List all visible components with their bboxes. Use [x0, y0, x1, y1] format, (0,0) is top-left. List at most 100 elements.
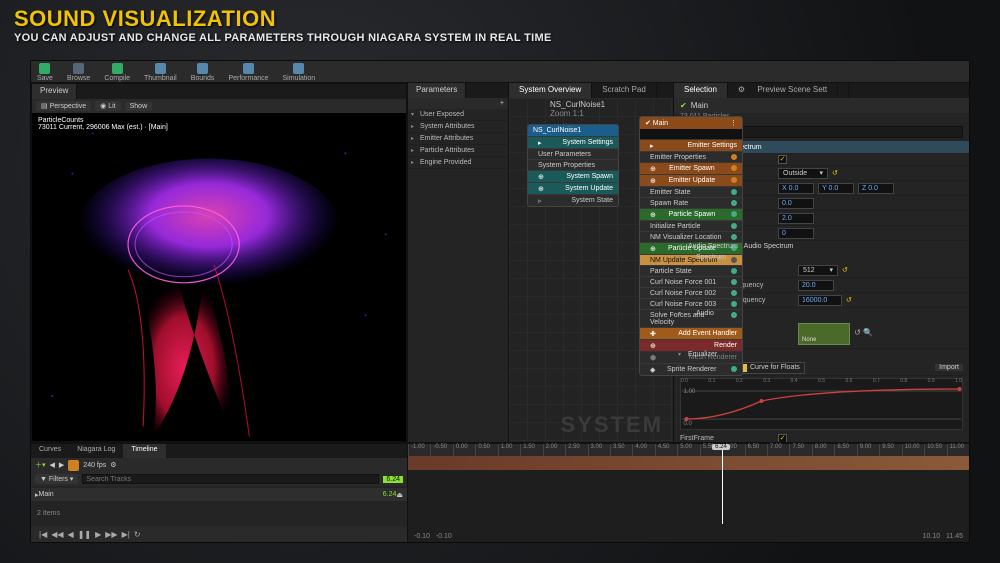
- timeline-footer: -0.10 -0.10 10.10 11.45: [414, 533, 963, 540]
- system-node[interactable]: NS_CurlNoise1 ▸ System Settings User Par…: [527, 124, 619, 207]
- toolbar-bounds[interactable]: Bounds: [189, 63, 217, 82]
- system-properties-row[interactable]: System Properties: [528, 159, 618, 170]
- particle-spawn-row[interactable]: ⊕ Particle Spawn: [640, 208, 742, 220]
- scratch-pad-tab[interactable]: Scratch Pad: [592, 83, 657, 98]
- prev-key-button[interactable]: ◀: [50, 461, 55, 469]
- timeline-panel: Curves Niagara Log Timeline ＋▾ ◀ ▶ 240 f…: [31, 442, 969, 542]
- track-row-main[interactable]: ▸ Main 6.24 ⏏: [31, 488, 407, 501]
- curve-import-button[interactable]: Import: [935, 364, 963, 371]
- curve-type-chip[interactable]: Curve for Floats: [734, 362, 805, 374]
- curl-noise-2-row[interactable]: Curl Noise Force 002: [640, 287, 742, 298]
- play-button[interactable]: ▶: [95, 530, 101, 539]
- filters-button[interactable]: ▼ Filters ▾: [35, 474, 78, 484]
- spectrum-header[interactable]: Spectrum: [674, 252, 969, 263]
- track-search-input[interactable]: [82, 474, 379, 484]
- to-end-button[interactable]: ▶|: [122, 530, 130, 539]
- add-event-handler-row[interactable]: ✚ Add Event Handler: [640, 327, 742, 339]
- initialize-particle-row[interactable]: Initialize Particle: [640, 220, 742, 231]
- toolbar-performance[interactable]: Performance: [226, 63, 270, 82]
- vector-z-input[interactable]: Z 0.0: [858, 183, 894, 194]
- direction-switch-dropdown[interactable]: Outside▾: [778, 168, 828, 179]
- sprite-renderer-row[interactable]: ◆ Sprite Renderer: [640, 363, 742, 375]
- spawn-rate-row[interactable]: Spawn Rate: [640, 197, 742, 208]
- lock-icon[interactable]: ⏏: [396, 491, 403, 499]
- audio-channel-input[interactable]: 0: [778, 228, 814, 239]
- system-overview-tab[interactable]: System Overview: [509, 83, 592, 98]
- emitter-settings-row[interactable]: ▸ Emitter Settings: [640, 139, 742, 151]
- node-graph-canvas[interactable]: NS_CurlNoise1 Zoom 1:1 SYSTEM NS_CurlNoi…: [509, 98, 673, 442]
- timeline-tab[interactable]: Timeline: [123, 444, 165, 458]
- add-track-button[interactable]: ＋▾: [35, 460, 46, 470]
- param-group-particle-attributes[interactable]: Particle Attributes: [408, 145, 508, 157]
- system-node-header[interactable]: NS_CurlNoise1: [528, 125, 618, 136]
- toolbar-simulation[interactable]: Simulation: [281, 63, 318, 82]
- emitter-node-header[interactable]: ✔ Main⋮: [640, 117, 742, 129]
- viewport-canvas[interactable]: ParticleCounts 73011 Current, 296006 Max…: [32, 113, 406, 441]
- svg-text:1.00: 1.00: [684, 389, 696, 395]
- param-group-system-attributes[interactable]: System Attributes: [408, 121, 508, 133]
- toolbar-save[interactable]: Save: [35, 63, 55, 82]
- emitter-properties-row[interactable]: Emitter Properties: [640, 151, 742, 162]
- lit-button[interactable]: ◉ Lit: [95, 101, 120, 111]
- particle-visualization: [32, 113, 406, 441]
- key-button[interactable]: [68, 460, 79, 471]
- curve-editor[interactable]: 1.000.0 0.00.10.20.30.40.50.60.70.80.91.…: [680, 378, 963, 430]
- system-watermark: SYSTEM: [561, 412, 663, 438]
- playhead[interactable]: 6.24: [722, 444, 723, 524]
- curl-noise-1-row[interactable]: Curl Noise Force 001: [640, 276, 742, 287]
- items-count-label: 2 Items: [31, 507, 407, 520]
- niagara-log-tab[interactable]: Niagara Log: [69, 444, 123, 458]
- step-back-button[interactable]: ◀◀: [51, 530, 63, 539]
- show-button[interactable]: Show: [125, 102, 153, 111]
- timeline-ruler[interactable]: -1.00-0.500.000.501.001.502.002.503.003.…: [408, 444, 969, 456]
- apply-equalizer-checkbox[interactable]: [778, 155, 787, 164]
- vector-x-input[interactable]: X 0.0: [778, 183, 814, 194]
- audio-spectrum-header[interactable]: Audio Spectrum Audio Spectrum: [674, 241, 969, 252]
- preview-tab[interactable]: Preview: [32, 84, 77, 99]
- curves-tab[interactable]: Curves: [31, 444, 69, 458]
- equalizer-header[interactable]: Equalizer: [674, 349, 969, 360]
- param-group-emitter-attributes[interactable]: Emitter Attributes: [408, 133, 508, 145]
- reset-icon[interactable]: ↺: [832, 169, 838, 177]
- min-frequency-input[interactable]: 20.0: [798, 280, 834, 291]
- pause-button[interactable]: ❚❚: [78, 530, 91, 539]
- max-frequency-input[interactable]: 16000.0: [798, 295, 842, 306]
- timeline-track-bar[interactable]: [408, 456, 969, 470]
- preview-scene-tab[interactable]: ⚙ Preview Scene Sett: [728, 83, 849, 98]
- particle-state-row[interactable]: Particle State: [640, 265, 742, 276]
- emitter-spawn-row[interactable]: ⊕ Emitter Spawn: [640, 162, 742, 174]
- submix-asset-picker[interactable]: None: [798, 323, 850, 345]
- emitter-thumbnail: [640, 129, 742, 139]
- reverse-button[interactable]: ◀: [68, 530, 74, 539]
- alternator-index-input[interactable]: 0.0: [778, 198, 814, 209]
- settings-icon[interactable]: ⚙: [110, 461, 116, 469]
- emitter-menu-icon[interactable]: ⋮: [730, 119, 737, 127]
- audio-header[interactable]: Audio: [674, 308, 969, 319]
- emitter-state-row[interactable]: Emitter State: [640, 186, 742, 197]
- next-key-button[interactable]: ▶: [59, 461, 64, 469]
- alternator-multiply-input[interactable]: 2.0: [778, 213, 814, 224]
- system-update-row[interactable]: ⊕ System Update: [528, 182, 618, 194]
- toolbar-browse[interactable]: Browse: [65, 63, 92, 82]
- resolution-dropdown[interactable]: 512▾: [798, 265, 838, 276]
- add-parameter-button[interactable]: +: [500, 100, 504, 107]
- selection-tab[interactable]: Selection: [674, 83, 728, 98]
- parameters-tab[interactable]: Parameters: [408, 83, 466, 98]
- toolbar-compile[interactable]: Compile: [102, 63, 132, 82]
- system-spawn-row[interactable]: ⊕ System Spawn: [528, 170, 618, 182]
- perspective-button[interactable]: ▤ Perspective: [36, 101, 91, 111]
- fps-display[interactable]: 240 fps: [83, 462, 106, 469]
- system-state-row[interactable]: ▹ System State: [528, 194, 618, 206]
- system-settings-row[interactable]: ▸ System Settings: [528, 136, 618, 148]
- param-group-engine-provided[interactable]: Engine Provided: [408, 157, 508, 169]
- to-start-button[interactable]: |◀: [39, 530, 47, 539]
- emitter-update-row[interactable]: ⊕ Emitter Update: [640, 174, 742, 186]
- user-parameters-row[interactable]: User Parameters: [528, 148, 618, 159]
- timeline-ruler-area[interactable]: -1.00-0.500.000.501.001.502.002.503.003.…: [407, 444, 969, 542]
- vector-y-input[interactable]: Y 0.0: [818, 183, 854, 194]
- step-fwd-button[interactable]: ▶▶: [105, 530, 117, 539]
- toolbar-thumbnail[interactable]: Thumbnail: [142, 63, 179, 82]
- first-frame-checkbox[interactable]: [778, 434, 787, 443]
- param-group-user-exposed[interactable]: User Exposed: [408, 109, 508, 121]
- loop-button[interactable]: ↻: [134, 530, 141, 539]
